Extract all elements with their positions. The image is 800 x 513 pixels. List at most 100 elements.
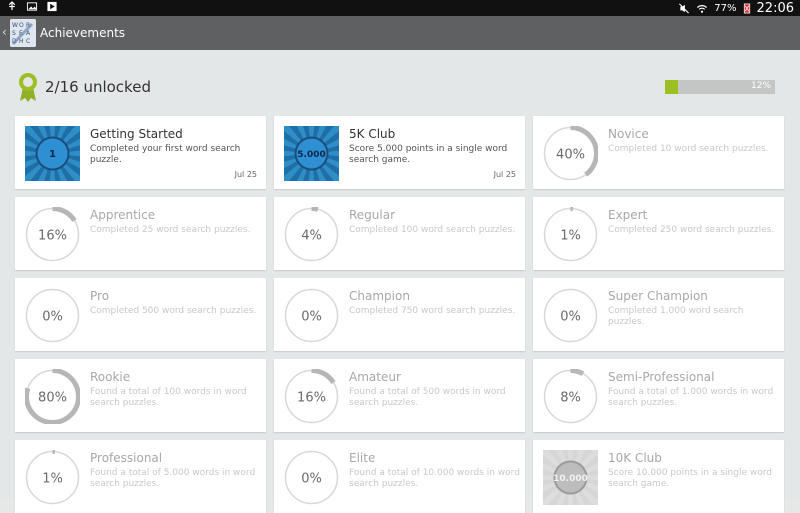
achievement-description: Found a total of 1.000 words in word sea…: [608, 387, 774, 408]
progress-ring: 40%: [543, 126, 598, 181]
progress-ring: 4%: [284, 207, 339, 262]
progress-ring: 0%: [543, 288, 598, 343]
achievement-card[interactable]: 1 Getting Started Completed your first wor…: [15, 116, 266, 189]
status-bar: 77% 22:06: [0, 0, 800, 16]
clock: 22:06: [756, 0, 794, 16]
progress-percent: 16%: [297, 391, 326, 406]
achievement-card[interactable]: 1% Professional Found a total of 5.000 wor…: [15, 440, 266, 513]
image-icon: [26, 2, 38, 11]
achievement-card[interactable]: 0% Champion Completed 750 word search puzz…: [274, 278, 525, 351]
achievement-description: Completed your first word search puzzle.: [90, 144, 241, 165]
progress-fill: [665, 80, 679, 94]
achievement-card[interactable]: 4% Regular Completed 100 word search puzzl…: [274, 197, 525, 270]
achievement-card[interactable]: 80% Rookie Found a total of 100 words in w…: [15, 359, 266, 432]
achievement-description: Completed 250 word search puzzles.: [608, 225, 775, 235]
achievement-description: Score 5.000 points in a single word sear…: [349, 144, 508, 165]
achievement-name: Semi-Professional: [608, 370, 715, 384]
achievement-name: Pro: [90, 289, 110, 303]
achievement-name: Super Champion: [608, 289, 708, 303]
achievement-name: Getting Started: [90, 127, 183, 141]
svg-text:C: C: [26, 38, 30, 45]
unlock-date: Jul 25: [493, 170, 516, 179]
achievement-card[interactable]: 8% Semi-Professional Found a total of 1.00…: [533, 359, 784, 432]
locked-badge-icon: 10.000: [543, 450, 598, 505]
achievement-card[interactable]: 0% Super Champion Completed 1.000 word sea…: [533, 278, 784, 351]
achievement-name: Professional: [90, 451, 163, 465]
progress-percent: 80%: [38, 391, 67, 406]
progress-percent: 0%: [301, 472, 322, 487]
achievement-card[interactable]: 10.000 10K Club Score 10.000 points in a s…: [533, 440, 784, 513]
achievement-name: Amateur: [349, 370, 401, 384]
overall-progress-bar: 12%: [665, 80, 775, 94]
achievement-card[interactable]: 0% Pro Completed 500 word search puzzles.: [15, 278, 266, 351]
achievement-description: Found a total of 10.000 words in word se…: [349, 468, 520, 489]
progress-percent: 4%: [301, 229, 322, 244]
svg-text:W: W: [12, 22, 18, 29]
battery-icon: [743, 3, 750, 13]
unlocked-count: 2/16 unlocked: [45, 78, 151, 96]
achievement-description: Completed 100 word search puzzles.: [349, 225, 516, 235]
achievement-name: Rookie: [90, 370, 131, 384]
progress-ring: 8%: [543, 369, 598, 424]
achievement-name: 10K Club: [608, 451, 662, 465]
progress-ring: 1%: [25, 450, 80, 505]
achievement-name: Novice: [608, 127, 649, 141]
achievement-card[interactable]: 16% Apprentice Completed 25 word search pu…: [15, 197, 266, 270]
wifi-icon: [697, 4, 708, 13]
svg-text:1: 1: [49, 149, 56, 160]
achievement-description: Score 10.000 points in a single word sea…: [608, 468, 772, 489]
achievement-description: Completed 25 word search puzzles.: [90, 225, 251, 235]
achievement-name: 5K Club: [349, 127, 396, 141]
achievement-name: Apprentice: [90, 208, 156, 222]
achievement-description: Found a total of 500 words in word searc…: [349, 387, 506, 408]
achievement-description: Completed 1.000 word search puzzles.: [608, 306, 744, 327]
unlock-date: Jul 25: [234, 170, 257, 179]
progress-ring: 16%: [25, 207, 80, 262]
achievement-description: Completed 500 word search puzzles.: [90, 306, 257, 316]
achievement-card[interactable]: 0% Elite Found a total of 10.000 words in …: [274, 440, 525, 513]
progress-ring: 0%: [284, 450, 339, 505]
progress-ring: 0%: [25, 288, 80, 343]
progress-percent: 0%: [42, 310, 63, 325]
achievement-name: Regular: [349, 208, 396, 222]
svg-text:10.000: 10.000: [553, 474, 588, 484]
achievement-card[interactable]: 5.000 5K Club Score 5.000 points in a sing…: [274, 116, 525, 189]
progress-percent: 40%: [556, 148, 585, 163]
achievement-description: Completed 10 word search puzzles.: [608, 144, 769, 154]
progress-ring: 16%: [284, 369, 339, 424]
progress-percent: 1%: [42, 472, 63, 487]
progress-ring: 80%: [25, 369, 80, 424]
progress-percent: 1%: [560, 229, 581, 244]
achievement-description: Found a total of 5.000 words in word sea…: [90, 468, 256, 489]
achievement-card[interactable]: 16% Amateur Found a total of 500 words in …: [274, 359, 525, 432]
svg-text:O: O: [19, 22, 24, 29]
usb-icon: [8, 1, 16, 11]
achievement-description: Completed 750 word search puzzles.: [349, 306, 516, 316]
progress-percent: 0%: [560, 310, 581, 325]
achievement-name: Elite: [349, 451, 376, 465]
app-logo[interactable]: WOR SEA DHC: [10, 19, 36, 47]
progress-percent: 16%: [38, 229, 67, 244]
mute-icon: [679, 3, 690, 13]
action-bar: ‹ WOR SEA DHC Achievements: [0, 16, 800, 50]
achievement-name: Expert: [608, 208, 648, 222]
achievement-badge-icon: 1: [25, 126, 80, 181]
achievement-card[interactable]: 40% Novice Completed 10 word search puzzle…: [533, 116, 784, 189]
page-title: Achievements: [40, 26, 126, 40]
progress-ring: 0%: [284, 288, 339, 343]
progress-ring: 1%: [543, 207, 598, 262]
award-ribbon-icon: [19, 73, 37, 102]
back-chevron-icon[interactable]: ‹: [2, 25, 7, 39]
play-store-icon: [47, 1, 57, 12]
svg-text:S: S: [12, 30, 16, 37]
achievement-badge-icon: 5.000: [284, 126, 339, 181]
svg-text:5.000: 5.000: [297, 150, 325, 160]
achievement-card[interactable]: 1% Expert Completed 250 word search puzzle…: [533, 197, 784, 270]
progress-label: 12%: [750, 81, 771, 91]
achievement-name: Champion: [349, 289, 410, 303]
word-search-logo-icon: WOR SEA DHC: [10, 19, 36, 47]
achievement-description: Found a total of 100 words in word searc…: [90, 387, 247, 408]
battery-percent: 77%: [714, 2, 737, 14]
progress-percent: 0%: [301, 310, 322, 325]
progress-percent: 8%: [560, 391, 581, 406]
